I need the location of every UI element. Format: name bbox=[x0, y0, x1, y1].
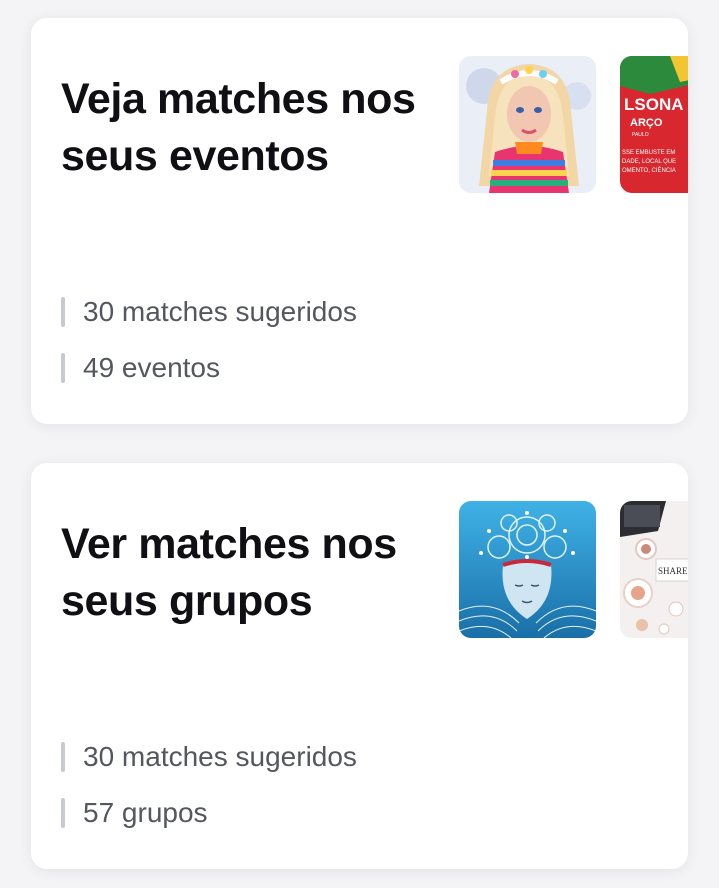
events-count: 49 eventos bbox=[83, 352, 220, 383]
desk-card-text: SHARE YO bbox=[658, 566, 688, 576]
groups-card-title-line1: Ver matches nos bbox=[61, 520, 397, 568]
suggested-matches-count: 30 matches sugeridos bbox=[83, 296, 357, 327]
events-card-title-line1: Veja matches nos bbox=[61, 75, 416, 123]
group-thumbnail-desk[interactable]: SHARE YO bbox=[620, 501, 688, 638]
suggested-matches-count: 30 matches sugeridos bbox=[83, 741, 357, 772]
groups-card-title-line2: seus grupos bbox=[61, 577, 313, 625]
desk-flatlay-image: SHARE YO bbox=[620, 501, 688, 638]
poster-small-text: PAULO bbox=[632, 132, 649, 138]
poster-headline: LSONA bbox=[624, 95, 684, 114]
stat-divider bbox=[61, 798, 65, 828]
events-card-stats: 30 matches sugeridos 49 eventos bbox=[61, 296, 357, 410]
poster-subtitle: ARÇO bbox=[630, 117, 663, 129]
poster-line-2: DADE, LOCAL QUE bbox=[622, 159, 676, 165]
stat-divider bbox=[61, 353, 65, 383]
event-thumbnail-fashion-doll[interactable] bbox=[459, 56, 596, 193]
stat-divider bbox=[61, 742, 65, 772]
groups-matches-card[interactable]: Ver matches nos seus grupos SHARE 30 mat… bbox=[31, 463, 688, 869]
event-poster-image: LSONA ARÇO PAULO SSE EMBUSTE EM DADE, LO… bbox=[620, 56, 688, 193]
stat-row: 57 grupos bbox=[61, 797, 357, 828]
stat-row: 30 matches sugeridos bbox=[61, 741, 357, 772]
fashion-doll-image bbox=[459, 56, 596, 193]
groups-card-title: Ver matches nos seus grupos bbox=[61, 516, 451, 630]
stat-divider bbox=[61, 297, 65, 327]
event-thumbnail-poster[interactable]: LSONA ARÇO PAULO SSE EMBUSTE EM DADE, LO… bbox=[620, 56, 688, 193]
groups-card-stats: 30 matches sugeridos 57 grupos bbox=[61, 741, 357, 855]
groups-count: 57 grupos bbox=[83, 797, 208, 828]
poster-line-1: SSE EMBUSTE EM bbox=[622, 150, 675, 156]
stat-row: 30 matches sugeridos bbox=[61, 296, 357, 327]
mind-art-image bbox=[459, 501, 596, 638]
stat-row: 49 eventos bbox=[61, 352, 357, 383]
poster-line-3: OMENTO, CIÊNCIA bbox=[622, 166, 676, 174]
events-card-title: Veja matches nos seus eventos bbox=[61, 71, 451, 185]
events-matches-card[interactable]: Veja matches nos seus eventos LSONA ARÇO… bbox=[31, 18, 688, 424]
events-card-title-line2: seus eventos bbox=[61, 132, 329, 180]
group-thumbnail-mind-art[interactable] bbox=[459, 501, 596, 638]
